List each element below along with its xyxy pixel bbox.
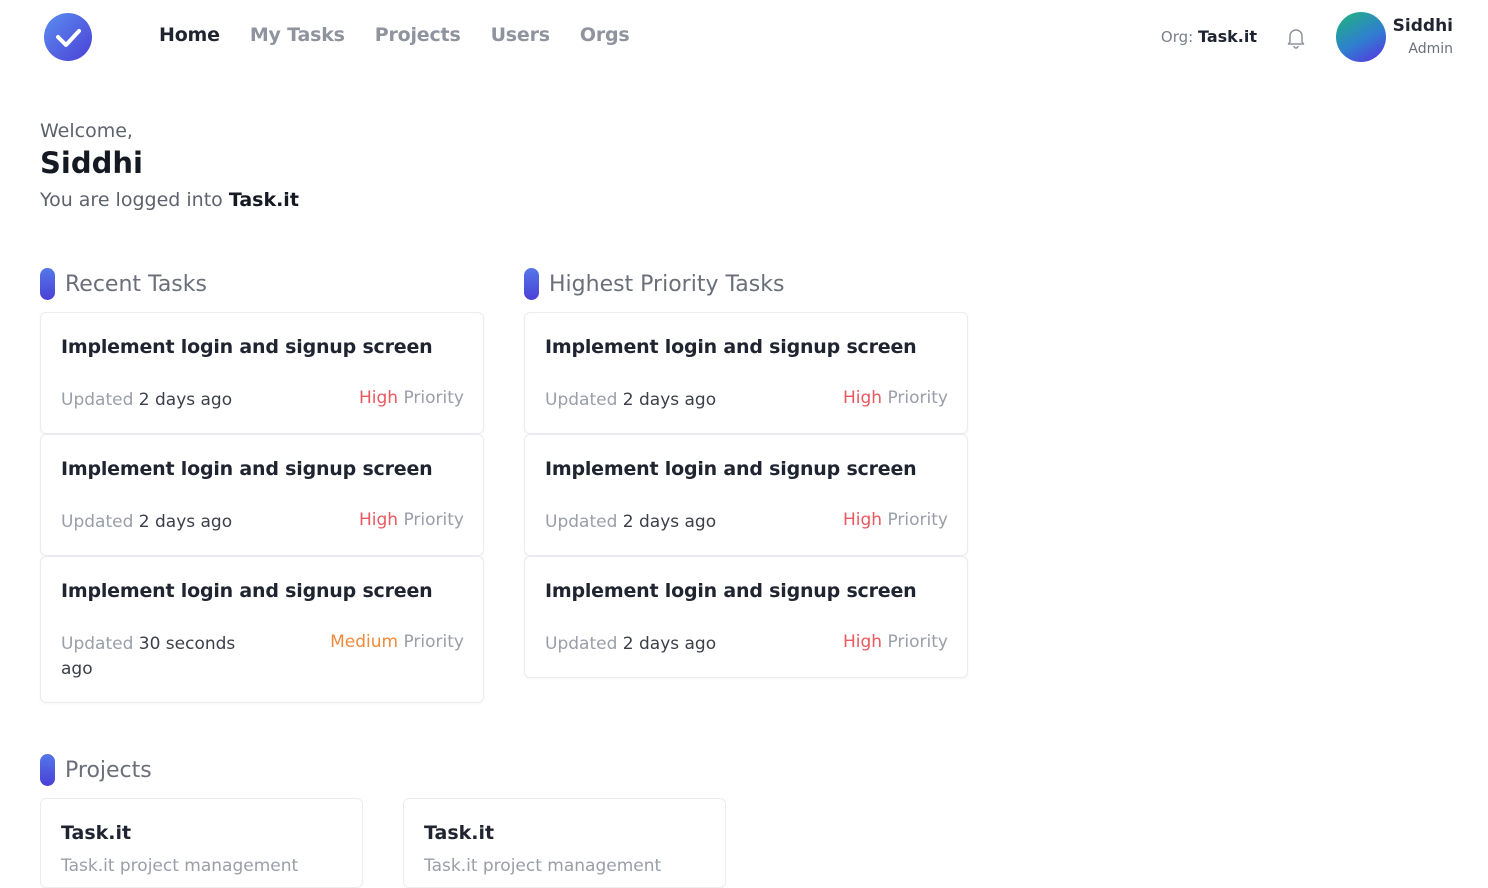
projects-title: Projects [65, 757, 152, 783]
task-updated: Updated 2 days ago [545, 510, 716, 535]
org-label: Org: [1160, 28, 1194, 46]
task-priority: High Priority [359, 510, 464, 530]
task-priority: High Priority [359, 388, 464, 408]
updated-label: Updated [61, 634, 134, 654]
task-title: Implement login and signup screen [61, 458, 433, 480]
task-updated: Updated 2 days ago [61, 510, 232, 535]
priority-level: High [359, 510, 399, 530]
org-name: Task.it [1197, 27, 1257, 46]
task-card[interactable]: Implement login and signup screen Update… [524, 556, 968, 678]
nav-orgs[interactable]: Orgs [580, 24, 630, 46]
section-marker [40, 268, 55, 300]
priority-level: High [359, 388, 399, 408]
app-logo[interactable] [44, 13, 92, 61]
updated-time: 2 days ago [622, 390, 717, 410]
updated-time: 2 days ago [138, 512, 233, 532]
section-marker [40, 754, 55, 786]
task-updated: Updated 2 days ago [545, 632, 716, 657]
priority-suffix: Priority [403, 510, 464, 530]
current-org[interactable]: Org: Task.it [1161, 27, 1257, 46]
updated-label: Updated [61, 512, 134, 532]
recent-tasks-header: Recent Tasks [40, 268, 207, 300]
priority-level: Medium [330, 632, 399, 652]
project-card[interactable]: Task.it Task.it project management [403, 798, 726, 888]
task-priority: High Priority [843, 632, 948, 652]
updated-label: Updated [545, 634, 618, 654]
updated-label: Updated [61, 390, 134, 410]
updated-label: Updated [545, 512, 618, 532]
priority-suffix: Priority [403, 388, 464, 408]
priority-level: High [843, 632, 883, 652]
task-card[interactable]: Implement login and signup screen Update… [40, 312, 484, 434]
task-priority: High Priority [843, 510, 948, 530]
welcome-greeting: Welcome, [40, 120, 133, 142]
user-name[interactable]: Siddhi [1393, 16, 1453, 36]
project-card[interactable]: Task.it Task.it project management [40, 798, 363, 888]
logged-org: Task.it [228, 189, 299, 211]
priority-tasks-title: Highest Priority Tasks [549, 271, 785, 297]
nav-home[interactable]: Home [159, 24, 220, 46]
nav-links: Home My Tasks Projects Users Orgs [159, 24, 660, 46]
avatar[interactable] [1336, 12, 1386, 62]
task-card[interactable]: Implement login and signup screen Update… [524, 434, 968, 556]
task-title: Implement login and signup screen [61, 580, 433, 602]
recent-tasks-title: Recent Tasks [65, 271, 207, 297]
nav-my-tasks[interactable]: My Tasks [250, 24, 345, 46]
updated-label: Updated [545, 390, 618, 410]
task-priority: High Priority [843, 388, 948, 408]
task-updated: Updated 2 days ago [61, 388, 232, 413]
bell-icon[interactable] [1286, 27, 1306, 49]
priority-suffix: Priority [887, 510, 948, 530]
projects-header: Projects [40, 754, 152, 786]
project-description: Task.it project management [424, 856, 662, 876]
project-description: Task.it project management [61, 856, 299, 876]
task-card[interactable]: Implement login and signup screen Update… [40, 434, 484, 556]
logged-prefix: You are logged into [40, 189, 223, 211]
section-marker [524, 268, 539, 300]
priority-suffix: Priority [887, 632, 948, 652]
task-updated: Updated 2 days ago [545, 388, 716, 413]
task-priority: Medium Priority [330, 632, 464, 652]
project-name: Task.it [61, 822, 132, 844]
logged-in-message: You are logged into Task.it [40, 189, 299, 211]
user-role: Admin [1408, 41, 1453, 57]
task-updated: Updated 30 seconds ago [61, 632, 271, 682]
priority-suffix: Priority [887, 388, 948, 408]
nav-projects[interactable]: Projects [375, 24, 461, 46]
priority-level: High [843, 388, 883, 408]
updated-time: 2 days ago [138, 390, 233, 410]
nav-users[interactable]: Users [491, 24, 551, 46]
check-icon [56, 29, 81, 47]
task-card[interactable]: Implement login and signup screen Update… [524, 312, 968, 434]
priority-tasks-header: Highest Priority Tasks [524, 268, 784, 300]
updated-time: 2 days ago [622, 634, 717, 654]
priority-suffix: Priority [403, 632, 464, 652]
welcome-name: Siddhi [40, 146, 143, 180]
project-name: Task.it [424, 822, 495, 844]
top-navigation: Home My Tasks Projects Users Orgs Org: T… [0, 0, 1488, 75]
priority-level: High [843, 510, 883, 530]
task-card[interactable]: Implement login and signup screen Update… [40, 556, 484, 703]
task-title: Implement login and signup screen [545, 458, 917, 480]
task-title: Implement login and signup screen [545, 336, 917, 358]
task-title: Implement login and signup screen [61, 336, 433, 358]
updated-time: 2 days ago [622, 512, 717, 532]
task-title: Implement login and signup screen [545, 580, 917, 602]
